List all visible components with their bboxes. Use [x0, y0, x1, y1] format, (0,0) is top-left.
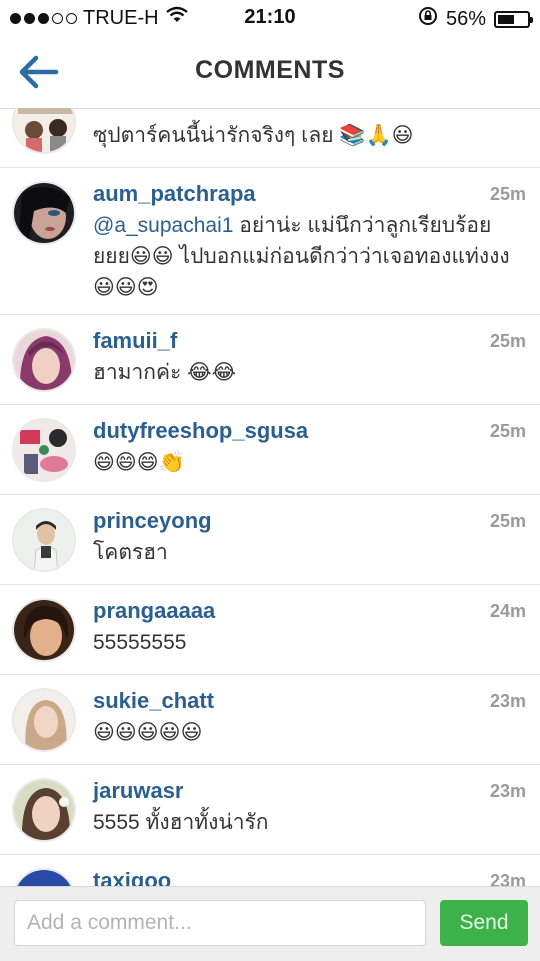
comment-input[interactable] — [14, 900, 426, 946]
avatar[interactable] — [12, 418, 76, 482]
comment-composer: Send — [0, 886, 540, 961]
comment-text: ซุปตาร์คนนี้น่ารักจริงๆ เลย 📚🙏😃 — [93, 124, 414, 147]
avatar[interactable] — [12, 328, 76, 392]
comment-time: 23m — [489, 781, 526, 801]
comment-time: 25m — [489, 331, 526, 351]
comment-row: prangaaaaa 24m 55555555 — [0, 585, 540, 675]
orientation-lock-icon — [418, 6, 438, 32]
comment-text: 5555 ทั้งฮาทั้งน่ารัก — [93, 811, 269, 834]
comments-list[interactable]: booksdee 25m ซุปตาร์คนนี้น่ารักจริงๆ เลย… — [0, 108, 540, 886]
comment-time: 25m — [489, 184, 526, 204]
page-title: COMMENTS — [195, 56, 345, 84]
comment-row: booksdee 25m ซุปตาร์คนนี้น่ารักจริงๆ เลย… — [0, 108, 540, 168]
comment-time: 24m — [489, 601, 526, 621]
avatar[interactable] — [12, 688, 76, 752]
comment-time: 25m — [489, 421, 526, 441]
comment-row: famuii_f 25m ฮามากค่ะ 😂😂 — [0, 315, 540, 405]
comment-row: princeyong 25m โคตรฮา — [0, 495, 540, 585]
avatar[interactable] — [12, 868, 76, 886]
avatar[interactable] — [12, 508, 76, 572]
battery-percent: 56% — [445, 7, 486, 30]
status-right: 56% — [418, 6, 533, 32]
comment-username[interactable]: dutyfreeshop_sgusa — [93, 418, 308, 444]
avatar[interactable] — [12, 108, 76, 154]
battery-icon — [494, 10, 533, 28]
comment-row: dutyfreeshop_sgusa 25m 😄😄😄👏 — [0, 405, 540, 495]
comment-time: 25m — [489, 511, 526, 531]
comment-row: taxigoo 23m — [0, 855, 540, 886]
comment-mention[interactable]: @a_supachai1 — [93, 214, 233, 237]
comment-username[interactable]: princeyong — [93, 508, 212, 534]
comment-text: 55555555 — [93, 631, 187, 654]
send-button[interactable]: Send — [440, 900, 528, 946]
comment-row: aum_patchrapa 25m @a_supachai1 อย่าน่ะ แ… — [0, 168, 540, 315]
comment-row: sukie_chatt 23m 😃😃😃😃😃 — [0, 675, 540, 765]
comment-text: 😃😃😃😃😃 — [93, 721, 203, 744]
comment-username[interactable]: sukie_chatt — [93, 688, 214, 714]
comment-text: 😄😄😄👏 — [93, 451, 185, 474]
avatar[interactable] — [12, 778, 76, 842]
avatar[interactable] — [12, 181, 76, 245]
comment-username[interactable]: aum_patchrapa — [93, 181, 256, 207]
comment-username[interactable]: taxigoo — [93, 868, 171, 886]
comment-time: 23m — [489, 871, 526, 886]
header-bar: COMMENTS — [0, 36, 540, 109]
comment-username[interactable]: jaruwasr — [93, 778, 184, 804]
comment-username[interactable]: prangaaaaa — [93, 598, 215, 624]
comment-text: ฮามากค่ะ 😂😂 — [93, 361, 237, 384]
comment-text: @a_supachai1 อย่าน่ะ แม่นึกว่าลูกเรียบร้… — [93, 210, 523, 303]
avatar[interactable] — [12, 598, 76, 662]
comment-time: 23m — [489, 691, 526, 711]
comment-username[interactable]: famuii_f — [93, 328, 177, 354]
comment-text: โคตรฮา — [93, 541, 168, 564]
comment-row: jaruwasr 23m 5555 ทั้งฮาทั้งน่ารัก — [0, 765, 540, 855]
status-bar: TRUE-H 21:10 56% — [0, 0, 540, 36]
